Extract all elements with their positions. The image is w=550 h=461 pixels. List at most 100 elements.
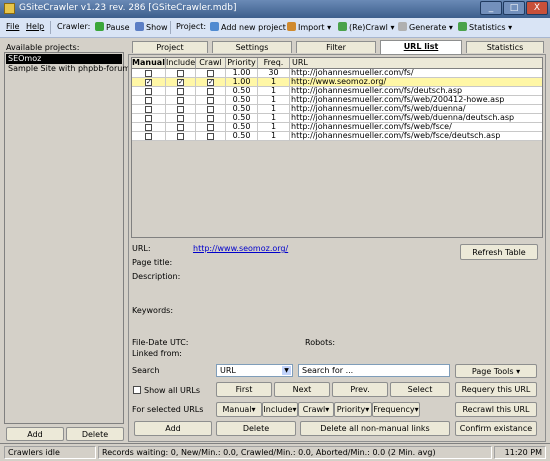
crawl-checkbox[interactable] [207,88,214,95]
page-tools-button[interactable]: Page Tools ▾ [455,364,537,378]
cell-crawl [196,69,226,78]
search-label: Search [132,366,160,375]
manual-checkbox[interactable] [145,70,152,77]
include-checkbox[interactable] [177,70,184,77]
cell-freq: 1 [258,105,290,114]
project-item[interactable]: SEOmoz [6,54,122,64]
include-checkbox[interactable] [177,124,184,131]
add-project-list-button[interactable]: Add [6,427,64,441]
crawl-dropdown[interactable]: Crawl▾ [298,402,334,417]
include-dropdown[interactable]: Include▾ [262,402,298,417]
manual-checkbox[interactable]: ✓ [145,79,152,86]
include-checkbox[interactable] [177,88,184,95]
show-button[interactable]: Show [135,22,168,32]
crawl-checkbox[interactable] [207,97,214,104]
include-checkbox[interactable] [177,115,184,122]
search-field-select[interactable]: URL ▼ [216,364,293,377]
select-button[interactable]: Select [390,382,450,397]
next-button[interactable]: Next [274,382,330,397]
url-table[interactable]: Manual Include Crawl Priority Freq. URL … [131,57,543,238]
column-header-url[interactable]: URL [290,58,542,69]
project-list[interactable]: SEOmoz Sample Site with phpbb-forum [4,52,130,424]
prev-button[interactable]: Prev. [332,382,388,397]
tab-url-list[interactable]: URL list [380,40,462,54]
table-row[interactable]: 0.50 1 http://johannesmueller.com/fs/web/d… [132,114,542,123]
page-tools-label: Page Tools [471,367,514,376]
manual-checkbox[interactable] [145,88,152,95]
manual-checkbox[interactable] [145,124,152,131]
title-bar[interactable]: GSiteCrawler v1.23 rev. 286 [GSiteCrawle… [0,0,550,18]
crawl-checkbox[interactable] [207,115,214,122]
menu-file[interactable]: File [6,22,19,31]
crawl-checkbox[interactable]: ✓ [207,79,214,86]
cell-include [166,123,196,132]
crawl-checkbox[interactable] [207,70,214,77]
tab-project[interactable]: Project [132,41,208,53]
close-button[interactable]: X [526,1,548,15]
table-row[interactable]: ✓ ✓ ✓ 1.00 1 http://www.seomoz.org/ [132,78,542,87]
crawl-checkbox[interactable] [207,133,214,140]
crawl-checkbox[interactable] [207,106,214,113]
search-input[interactable]: Search for ... [298,364,450,377]
cell-freq: 1 [258,78,290,87]
column-header-include[interactable]: Include [166,58,196,69]
cell-crawl [196,96,226,105]
include-checkbox[interactable] [177,106,184,113]
priority-dropdown[interactable]: Priority▾ [334,402,372,417]
menu-help[interactable]: Help [26,22,44,31]
column-header-priority[interactable]: Priority [226,58,258,69]
cell-manual [132,105,166,114]
add-url-button[interactable]: Add [134,421,212,436]
include-checkbox[interactable] [177,97,184,104]
table-row[interactable]: 1.00 30 http://johannesmueller.com/fs/ [132,69,542,78]
cell-include [166,105,196,114]
cell-url: http://johannesmueller.com/fs/deutsch.as… [290,87,542,96]
manual-checkbox[interactable] [145,115,152,122]
include-checkbox[interactable]: ✓ [177,79,184,86]
manual-checkbox[interactable] [145,97,152,104]
crawl-checkbox[interactable] [207,124,214,131]
page-title-label: Page title: [132,258,173,267]
show-all-urls-checkbox[interactable] [133,386,141,394]
manual-checkbox[interactable] [145,133,152,140]
delete-non-manual-button[interactable]: Delete all non-manual links [300,421,450,436]
import-button[interactable]: Import ▾ [287,22,331,32]
tab-filter[interactable]: Filter [296,41,376,53]
project-item[interactable]: Sample Site with phpbb-forum [6,64,130,74]
cell-manual [132,96,166,105]
table-row[interactable]: 0.50 1 http://johannesmueller.com/fs/web/2… [132,96,542,105]
first-button[interactable]: First [216,382,272,397]
cell-priority: 1.00 [226,69,258,78]
generate-button[interactable]: Generate ▾ [398,22,453,32]
refresh-table-button[interactable]: Refresh Table [460,244,538,260]
confirm-existence-button[interactable]: Confirm existance [455,421,537,436]
pause-button[interactable]: Pause [95,22,130,32]
requery-url-button[interactable]: Requery this URL [455,382,537,397]
table-row[interactable]: 0.50 1 http://johannesmueller.com/fs/web/d… [132,105,542,114]
url-link[interactable]: http://www.seomoz.org/ [193,244,288,253]
table-row[interactable]: 0.50 1 http://johannesmueller.com/fs/deuts… [132,87,542,96]
recrawl-url-button[interactable]: Recrawl this URL [455,402,537,417]
tab-statistics[interactable]: Statistics [466,41,544,53]
minimize-button[interactable]: _ [480,1,502,15]
table-row[interactable]: 0.50 1 http://johannesmueller.com/fs/web/f… [132,123,542,132]
statistics-button[interactable]: Statistics ▾ [458,22,512,32]
statistics-icon [458,22,467,31]
manual-checkbox[interactable] [145,106,152,113]
manual-dropdown[interactable]: Manual▾ [216,402,262,417]
recrawl-button[interactable]: (Re)Crawl ▾ [338,22,394,32]
delete-project-button[interactable]: Delete [66,427,124,441]
add-project-button[interactable]: Add new project [210,22,286,32]
maximize-button[interactable]: □ [503,1,525,15]
frequency-dropdown[interactable]: Frequency▾ [372,402,420,417]
table-row[interactable]: 0.50 1 http://johannesmueller.com/fs/web/f… [132,132,542,141]
column-header-crawl[interactable]: Crawl [196,58,226,69]
priority-dropdown-label: Priority [336,405,366,414]
column-header-freq[interactable]: Freq. [258,58,290,69]
tab-settings[interactable]: Settings [212,41,292,53]
column-header-manual[interactable]: Manual [132,58,166,69]
delete-url-button[interactable]: Delete [216,421,296,436]
status-bar: Crawlers idle Records waiting: 0, New/Mi… [0,443,550,461]
include-checkbox[interactable] [177,133,184,140]
cell-freq: 1 [258,96,290,105]
